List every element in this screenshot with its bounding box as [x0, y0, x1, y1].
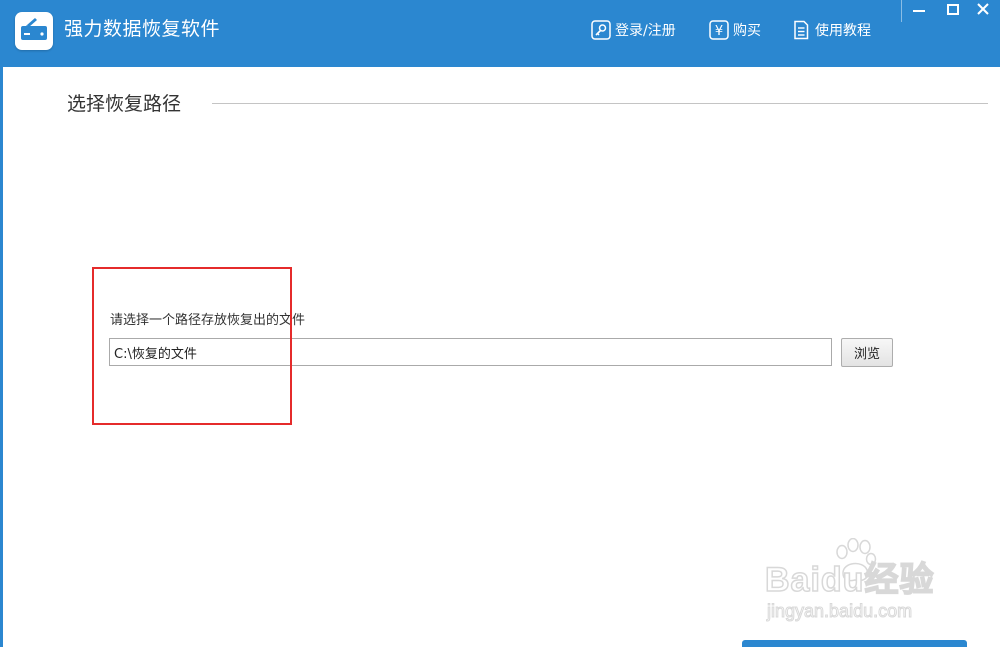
- paw-logo-icon: [836, 538, 877, 582]
- close-button[interactable]: [968, 0, 998, 22]
- section-title: 选择恢复路径: [67, 93, 182, 115]
- app-title: 强力数据恢复软件: [64, 18, 221, 40]
- close-icon: [977, 3, 989, 15]
- minimize-icon: [913, 10, 925, 12]
- document-icon: [791, 20, 811, 40]
- baidu-jingyan-watermark: Baidu经验 jingyan.baidu.com: [763, 538, 963, 628]
- maximize-icon: [947, 4, 959, 15]
- key-icon: [591, 20, 611, 40]
- buy-label: 购买: [733, 23, 761, 39]
- next-button[interactable]: [742, 640, 967, 647]
- window-controls-divider: [901, 0, 902, 22]
- minimize-button[interactable]: [904, 0, 934, 22]
- login-register-label: 登录/注册: [615, 23, 676, 39]
- title-bar: 强力数据恢复软件 登录/注册 ¥ 购买 使用教程: [0, 0, 1000, 67]
- svg-text:¥: ¥: [715, 24, 723, 39]
- login-register-link[interactable]: 登录/注册: [591, 18, 676, 42]
- maximize-button[interactable]: [938, 0, 968, 22]
- tutorial-link[interactable]: 使用教程: [791, 18, 871, 42]
- window-left-border: [0, 67, 3, 647]
- section-divider: [212, 103, 988, 104]
- buy-link[interactable]: ¥ 购买: [709, 18, 761, 42]
- app-logo-icon: [15, 12, 53, 50]
- watermark-brand: Baidu经验: [764, 560, 935, 600]
- browse-button[interactable]: 浏览: [841, 338, 893, 367]
- yen-icon: ¥: [709, 20, 729, 40]
- tutorial-label: 使用教程: [815, 23, 871, 39]
- app-window: 强力数据恢复软件 登录/注册 ¥ 购买 使用教程 选择恢复路径 请选择一个路径存…: [0, 0, 1000, 647]
- path-label: 请选择一个路径存放恢复出的文件: [110, 313, 306, 328]
- recovery-path-input[interactable]: [109, 338, 832, 366]
- watermark-url: jingyan.baidu.com: [766, 601, 913, 622]
